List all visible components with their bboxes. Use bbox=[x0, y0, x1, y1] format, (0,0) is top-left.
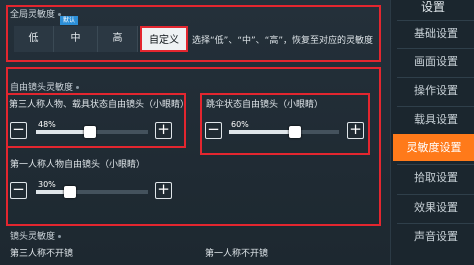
minus-icon: − bbox=[12, 120, 25, 138]
slider-2-minus-button[interactable]: − bbox=[205, 122, 222, 139]
slider-2-thumb[interactable] bbox=[289, 126, 301, 138]
sensitivity-hint: 选择“低”、“中”、“高”，恢复至对应的灵敏度 bbox=[192, 36, 373, 46]
slider-1-minus-button[interactable]: − bbox=[10, 122, 27, 139]
settings-main-panel: 全局灵敏度 默认 低 中 高 自定义 选择“低”、“中”、“高”，恢复至对应的灵… bbox=[0, 0, 390, 265]
slider-1-track[interactable] bbox=[36, 126, 148, 138]
slider-2-label: 跳伞状态自由镜头（小眼睛） bbox=[206, 100, 324, 110]
slider-3-plus-button[interactable]: + bbox=[155, 182, 172, 199]
minus-icon: − bbox=[12, 180, 25, 198]
plus-icon: + bbox=[349, 120, 362, 138]
slider-1-value: 48% bbox=[38, 120, 56, 129]
slider-3-thumb[interactable] bbox=[63, 186, 76, 198]
sidebar-item-controls[interactable]: 操作设置 bbox=[397, 77, 474, 102]
slider-2-track[interactable] bbox=[229, 126, 339, 138]
plus-icon: + bbox=[157, 180, 170, 198]
slider-3-minus-button[interactable]: − bbox=[10, 182, 27, 199]
sidebar-item-sensitivity[interactable]: 灵敏度设置 bbox=[393, 134, 474, 161]
sidebar-title: 设置 bbox=[420, 0, 445, 14]
sidebar-item-sound[interactable]: 声音设置 bbox=[397, 223, 474, 248]
camera-col1-label: 第三人称不开镜 bbox=[10, 249, 74, 259]
slider-2-plus-button[interactable]: + bbox=[347, 122, 364, 139]
slider-1-fill bbox=[36, 130, 90, 134]
section-dot-icon bbox=[58, 235, 62, 238]
slider-1-plus-button[interactable]: + bbox=[155, 122, 172, 139]
sensitivity-medium-button[interactable]: 中 bbox=[54, 26, 98, 52]
sidebar-item-graphics[interactable]: 画面设置 bbox=[397, 48, 474, 73]
slider-3-track[interactable] bbox=[36, 186, 148, 198]
slider-3-value: 30% bbox=[38, 180, 56, 189]
minus-icon: − bbox=[207, 120, 220, 138]
slider-2-value: 60% bbox=[231, 120, 249, 129]
slider-3-label: 第一人称人物自由镜头（小眼睛） bbox=[10, 160, 146, 170]
camera-sensitivity-title: 镜头灵敏度 bbox=[10, 229, 62, 242]
sidebar-item-effects[interactable]: 效果设置 bbox=[397, 194, 474, 219]
global-sensitivity-title: 全局灵敏度 bbox=[10, 7, 62, 20]
sidebar-item-vehicle[interactable]: 载具设置 bbox=[397, 106, 474, 131]
sidebar-item-basic[interactable]: 基础设置 bbox=[397, 20, 474, 45]
slider-1-label: 第三人称人物、载具状态自由镜头（小眼睛） bbox=[9, 100, 190, 110]
sensitivity-high-button[interactable]: 高 bbox=[98, 26, 138, 52]
settings-sidebar: 设置 基础设置 画面设置 操作设置 载具设置 灵敏度设置 拾取设置 效果设置 声… bbox=[390, 0, 474, 265]
plus-icon: + bbox=[157, 120, 170, 138]
slider-2-fill bbox=[229, 130, 295, 134]
slider-1-thumb[interactable] bbox=[83, 126, 96, 138]
sensitivity-custom-button[interactable]: 自定义 bbox=[140, 26, 188, 52]
default-badge: 默认 bbox=[60, 16, 79, 25]
camera-col2-label: 第一人称不开镜 bbox=[205, 249, 269, 259]
sensitivity-low-button[interactable]: 低 bbox=[14, 26, 54, 52]
sidebar-item-pickup[interactable]: 拾取设置 bbox=[397, 164, 474, 189]
